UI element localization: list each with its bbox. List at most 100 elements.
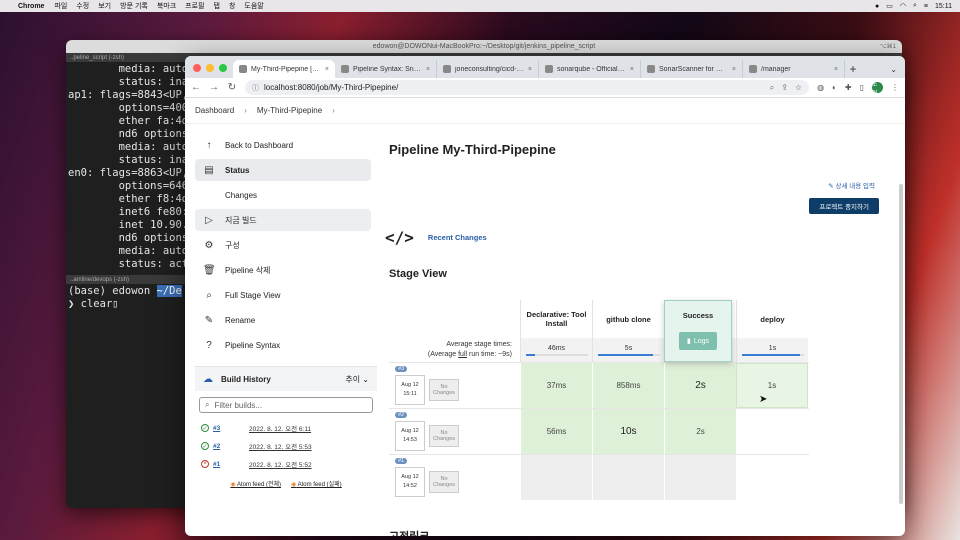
stage-cell[interactable]: [592, 455, 664, 500]
filter-builds-input[interactable]: ⌕ Filter builds...: [199, 397, 373, 413]
browser-tab[interactable]: /manager ×: [743, 60, 845, 78]
avg-full-link[interactable]: full: [458, 351, 467, 358]
build-number-link[interactable]: #3: [213, 425, 237, 432]
menubar-app-name[interactable]: Chrome: [18, 3, 44, 10]
trend-dropdown[interactable]: 추이 ⌄: [345, 374, 369, 385]
chevron-right-icon[interactable]: ›: [244, 106, 247, 115]
page-scrollbar[interactable]: [899, 184, 903, 504]
sidebar-item[interactable]: ✎ Rename: [195, 309, 371, 331]
wifi-icon[interactable]: ◠: [900, 2, 906, 10]
new-tab-button[interactable]: +: [845, 60, 861, 78]
disable-project-button[interactable]: 프로젝트 중지하기: [809, 198, 879, 214]
browser-tab[interactable]: SonarScanner for Maven ×: [641, 60, 743, 78]
close-window-button[interactable]: [193, 64, 201, 72]
close-icon[interactable]: ×: [528, 66, 532, 73]
minimize-window-button[interactable]: [206, 64, 214, 72]
control-center-icon[interactable]: ≡: [924, 3, 928, 10]
build-date-link[interactable]: 2022. 8. 12. 오전 5:52: [249, 459, 312, 469]
stage-cell[interactable]: 2s: [664, 409, 736, 454]
run-badge[interactable]: #3: [395, 366, 408, 372]
build-row[interactable]: ✓ #3 2022. 8. 12. 오전 6:11: [195, 419, 377, 437]
terminal-titlebar[interactable]: edowon@DOWONui-MacBookPro:~/Desktop/git/…: [66, 40, 902, 53]
build-date-link[interactable]: 2022. 8. 12. 오전 5:53: [249, 441, 312, 451]
forward-arrow-icon[interactable]: →: [209, 82, 219, 93]
menubar-item-edit[interactable]: 수정: [76, 1, 89, 11]
stage-cell[interactable]: 1s: [736, 363, 808, 408]
menubar-item-tab[interactable]: 탭: [214, 1, 220, 11]
url-text[interactable]: localhost:8080/job/My-Third-Pipepine/: [264, 83, 398, 92]
menubar-item-profiles[interactable]: 프로필: [185, 1, 204, 11]
stage-cell[interactable]: [520, 455, 592, 500]
stage-average-time: 1s: [768, 344, 777, 352]
logs-button[interactable]: ▮ Logs: [679, 332, 717, 350]
stage-cell[interactable]: [664, 455, 736, 500]
stage-cell[interactable]: 10s: [592, 409, 664, 454]
stage-cell[interactable]: [736, 455, 808, 500]
stage-cell[interactable]: [736, 409, 808, 454]
close-icon[interactable]: ×: [426, 66, 430, 73]
sidebar-item[interactable]: ▤ Status: [195, 159, 371, 181]
close-icon[interactable]: ×: [834, 66, 838, 73]
address-bar[interactable]: ⓘ localhost:8080/job/My-Third-Pipepine/ …: [245, 80, 810, 95]
stage-cell[interactable]: 56ms: [520, 409, 592, 454]
sidebar-item[interactable]: ▷ 지금 빌드: [195, 209, 371, 231]
search-icon[interactable]: ⌕: [913, 2, 917, 10]
close-icon[interactable]: ×: [630, 66, 634, 73]
profile-avatar[interactable]: 도원: [872, 82, 883, 97]
battery-icon[interactable]: ▭: [886, 2, 893, 10]
stage-cell[interactable]: 858ms: [592, 363, 664, 408]
sidebar-item[interactable]: ↑ Back to Dashboard: [195, 134, 371, 156]
menubar-item-file[interactable]: 파일: [54, 1, 67, 11]
browser-tab[interactable]: sonarqube - Official Ima ×: [539, 60, 641, 78]
sidebar-item[interactable]: 🗑 Pipeline 삭제: [195, 259, 371, 281]
menubar-item-view[interactable]: 보기: [98, 1, 111, 11]
browser-tab[interactable]: joneconsulting/cicd-web ×: [437, 60, 539, 78]
recent-changes-link[interactable]: </> Recent Changes: [385, 228, 487, 247]
stage-cell[interactable]: 37ms: [520, 363, 592, 408]
zoom-window-button[interactable]: [219, 64, 227, 72]
menubar-item-history[interactable]: 방문 기록: [120, 1, 148, 11]
menubar-item-help[interactable]: 도움말: [244, 1, 263, 11]
extension-icon[interactable]: ◍: [817, 83, 824, 92]
puzzle-icon[interactable]: ✚: [845, 83, 852, 92]
stage-average-bar: [525, 353, 588, 356]
build-number-link[interactable]: #1: [213, 461, 237, 468]
atom-feed-failed-link[interactable]: ◉ Atom feed (실패): [291, 479, 342, 488]
menubar-clock[interactable]: 15:11: [935, 3, 952, 10]
zoom-icon[interactable]: ⌕: [770, 83, 774, 93]
close-icon[interactable]: ×: [325, 66, 329, 73]
reload-icon[interactable]: ↻: [227, 82, 237, 93]
status-extra-icon[interactable]: ●: [875, 3, 879, 10]
run-badge[interactable]: #2: [395, 412, 408, 418]
build-number-link[interactable]: #2: [213, 443, 237, 450]
build-row[interactable]: × #1 2022. 8. 12. 오전 5:52: [195, 455, 377, 473]
browser-tab[interactable]: Pipeline Syntax: Snippet ×: [335, 60, 437, 78]
site-info-icon[interactable]: ⓘ: [252, 83, 259, 93]
menu-kebab-icon[interactable]: ⋮: [891, 83, 899, 92]
tab-title: My-Third-Pipepine [Jenkins]: [251, 65, 321, 73]
back-arrow-icon[interactable]: ←: [191, 82, 201, 93]
share-icon[interactable]: ⇪: [781, 83, 788, 93]
bookmark-star-icon[interactable]: ☆: [795, 83, 802, 93]
sidebar-item[interactable]: ⌕ Full Stage View: [195, 284, 371, 306]
menubar-item-bookmarks[interactable]: 북마크: [157, 1, 176, 11]
browser-tab[interactable]: My-Third-Pipepine [Jenkins] ×: [233, 60, 335, 78]
extension-2-icon[interactable]: ◐: [832, 83, 837, 92]
build-row[interactable]: ✓ #2 2022. 8. 12. 오전 5:53: [195, 437, 377, 455]
build-date-link[interactable]: 2022. 8. 12. 오전 6:11: [249, 423, 311, 433]
close-icon[interactable]: ×: [732, 66, 736, 73]
chevron-right-icon[interactable]: ›: [332, 106, 335, 115]
breadcrumb-job[interactable]: My-Third-Pipepine: [257, 106, 322, 115]
menubar-item-window[interactable]: 창: [229, 1, 235, 11]
atom-feed-all-link[interactable]: ◉ Atom feed (전체): [230, 479, 281, 488]
sidebar-item[interactable]: ? Pipeline Syntax: [195, 334, 371, 356]
sidebar-item[interactable]: ⚙ 구성: [195, 234, 371, 256]
sidebar-item[interactable]: Changes: [195, 184, 371, 206]
run-badge[interactable]: #1: [395, 458, 408, 464]
tab-search-chevron-icon[interactable]: ⌄: [890, 60, 897, 78]
stage-cell[interactable]: 2s: [664, 363, 736, 408]
edit-description-link[interactable]: ✎ 상세 내용 입력: [828, 180, 875, 190]
play-icon: ▷: [205, 214, 213, 226]
sidepanel-icon[interactable]: ▯: [860, 83, 864, 92]
breadcrumb-dashboard[interactable]: Dashboard: [195, 106, 234, 115]
